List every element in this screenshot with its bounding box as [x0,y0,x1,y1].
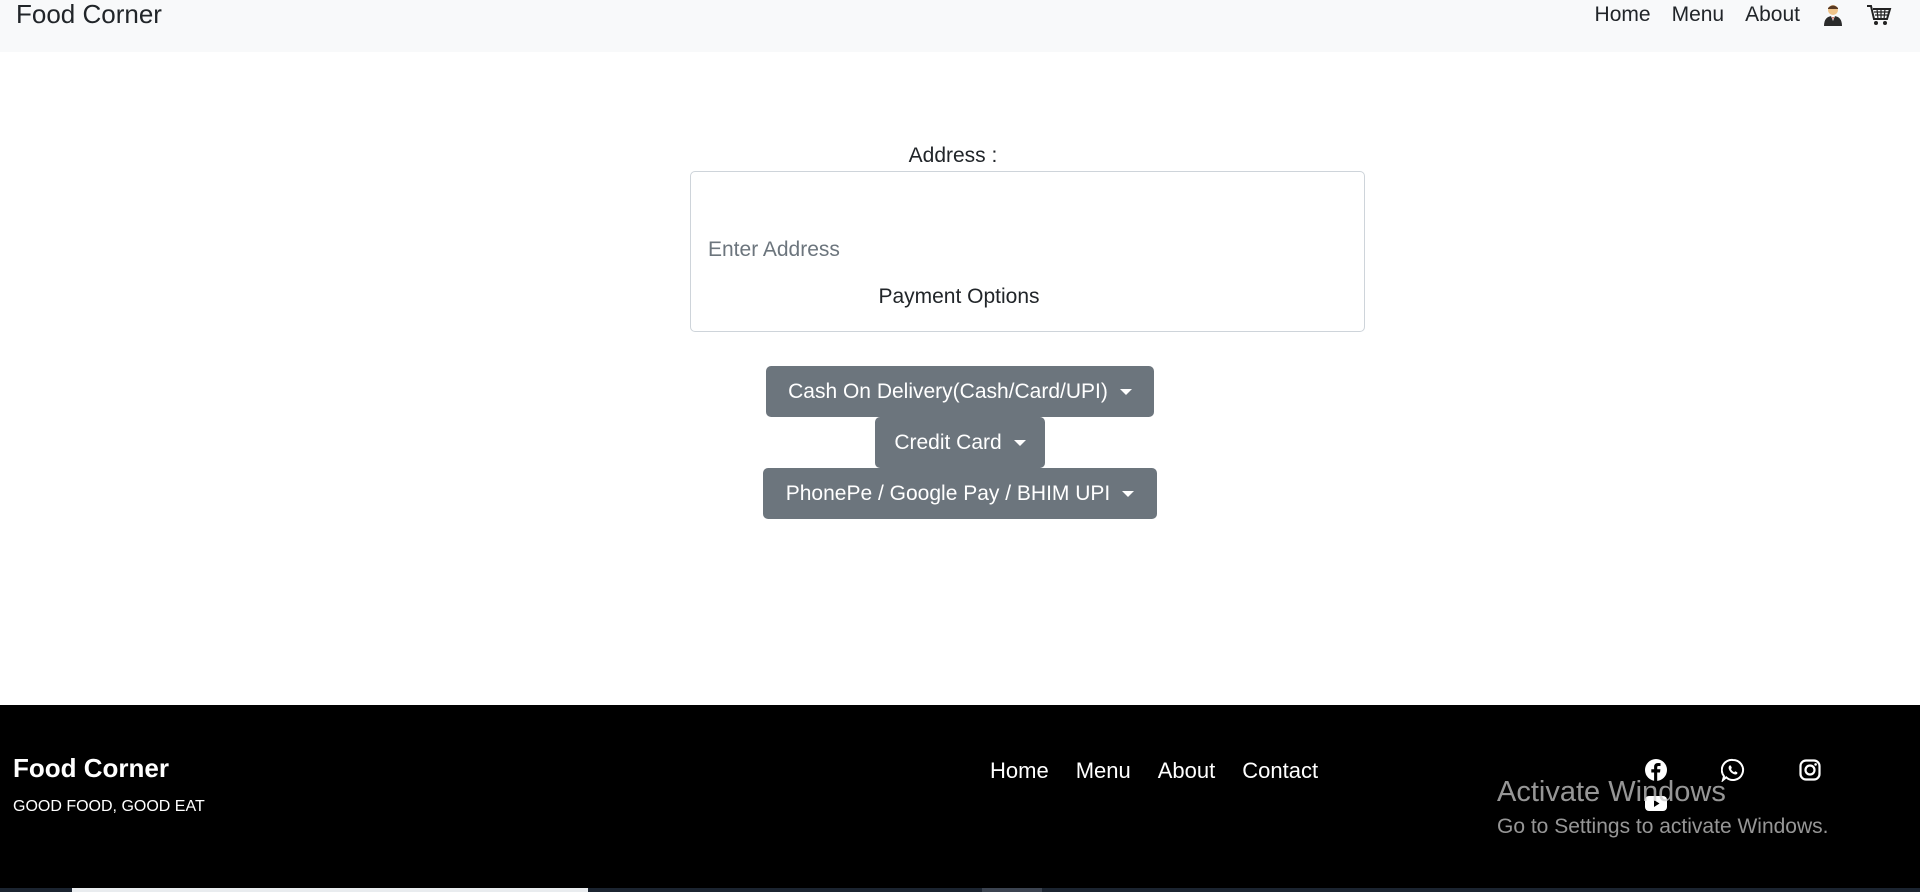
footer-link-home[interactable]: Home [990,758,1049,784]
cash-on-delivery-label: Cash On Delivery(Cash/Card/UPI) [788,379,1108,403]
caret-down-icon [1119,388,1132,395]
footer-link-menu[interactable]: Menu [1076,758,1131,784]
bottom-scroll-strip [0,888,1920,892]
cash-on-delivery-dropdown[interactable]: Cash On Delivery(Cash/Card/UPI) [766,366,1154,417]
nav-link-home[interactable]: Home [1595,1,1651,29]
nav-link-about[interactable]: About [1745,1,1800,29]
scroll-segment [982,888,1042,892]
footer-links: Home Menu About Contact [990,758,1345,784]
user-icon[interactable] [1821,3,1845,27]
footer-tagline: GOOD FOOD, GOOD EAT [13,798,205,815]
upi-dropdown[interactable]: PhonePe / Google Pay / BHIM UPI [763,468,1157,519]
caret-down-icon [1122,490,1135,497]
caret-down-icon [1013,439,1026,446]
cart-icon[interactable] [1866,3,1892,27]
credit-card-label: Credit Card [894,430,1002,454]
credit-card-dropdown[interactable]: Credit Card [875,417,1045,468]
nav-link-menu[interactable]: Menu [1672,1,1725,29]
checkout-main: Address : Payment Options Cash On Delive… [0,52,1920,705]
instagram-icon[interactable] [1797,757,1823,783]
address-label: Address : [908,144,998,167]
payment-options-label: Payment Options [878,285,1040,308]
activate-windows-subtitle: Go to Settings to activate Windows. [1497,815,1829,838]
navbar-brand[interactable]: Food Corner [16,0,162,28]
navbar-links: Home Menu About [1574,0,1892,30]
footer-brand: Food Corner [13,753,169,783]
footer: Food Corner GOOD FOOD, GOOD EAT Home Men… [0,705,1920,892]
navbar: Food Corner Home Menu About [0,0,1920,52]
upi-label: PhonePe / Google Pay / BHIM UPI [785,481,1111,505]
footer-link-about[interactable]: About [1158,758,1216,784]
activate-windows-title: Activate Windows [1497,776,1726,808]
scroll-segment [72,888,588,892]
footer-link-contact[interactable]: Contact [1242,758,1318,784]
